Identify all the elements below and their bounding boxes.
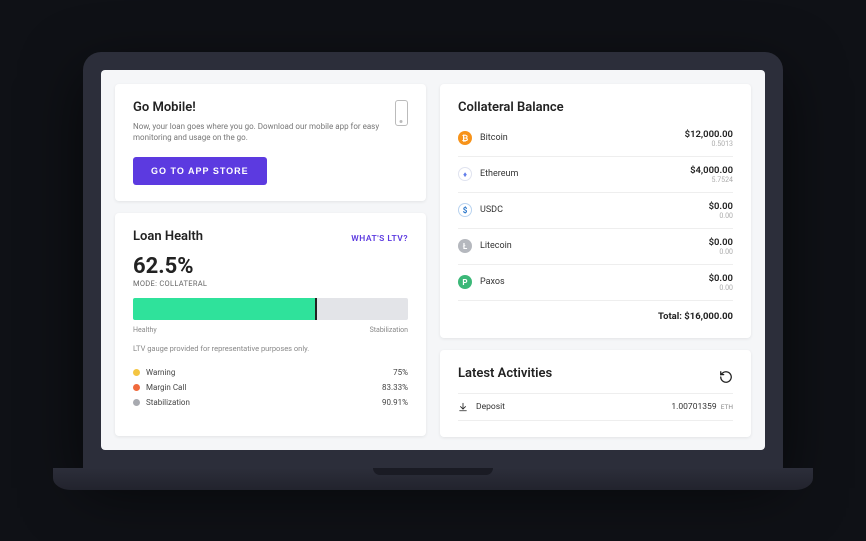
activity-row: Deposit 1.00701359 ETH bbox=[458, 393, 733, 421]
collateral-row-paxos: P Paxos $0.00 0.00 bbox=[458, 265, 733, 301]
gauge-segment-remaining bbox=[317, 298, 408, 320]
dashboard-screen: Go Mobile! Now, your loan goes where you… bbox=[101, 70, 765, 450]
collateral-row-bitcoin: ₿ Bitcoin $12,000.00 0.5013 bbox=[458, 121, 733, 157]
legend-row-margin: Margin Call 83.33% bbox=[133, 380, 408, 395]
activity-amount: 1.00701359 bbox=[671, 402, 716, 412]
laptop-frame: Go Mobile! Now, your loan goes where you… bbox=[83, 52, 783, 490]
dot-icon bbox=[133, 384, 140, 391]
gauge-label-right: Stabilization bbox=[370, 326, 408, 334]
activities-title: Latest Activities bbox=[458, 366, 552, 381]
collateral-row-ethereum: ♦ Ethereum $4,000.00 5.7524 bbox=[458, 157, 733, 193]
coin-name: Paxos bbox=[480, 277, 505, 287]
legend-row-stabilization: Stabilization 90.91% bbox=[133, 395, 408, 410]
coin-usd: $12,000.00 bbox=[685, 129, 733, 140]
deposit-icon bbox=[458, 402, 468, 412]
litecoin-icon: Ł bbox=[458, 239, 472, 253]
coin-name: Litecoin bbox=[480, 241, 512, 251]
coin-amt: 0.5013 bbox=[685, 140, 733, 148]
collateral-title: Collateral Balance bbox=[458, 100, 733, 115]
coin-usd: $0.00 bbox=[709, 237, 733, 248]
laptop-base bbox=[53, 468, 813, 490]
latest-activities-card: Latest Activities bbox=[440, 350, 751, 437]
legend-pct: 83.33% bbox=[382, 383, 408, 392]
loan-health-card: Loan Health WHAT'S LTV? 62.5% MODE: COLL… bbox=[115, 213, 426, 436]
collateral-balance-card: Collateral Balance ₿ Bitcoin $12,000.00 … bbox=[440, 84, 751, 338]
dot-icon bbox=[133, 399, 140, 406]
go-mobile-desc: Now, your loan goes where you go. Downlo… bbox=[133, 121, 385, 143]
coin-usd: $0.00 bbox=[709, 201, 733, 212]
legend-label: Stabilization bbox=[146, 398, 190, 407]
phone-icon bbox=[395, 100, 408, 126]
activity-unit: ETH bbox=[721, 403, 733, 411]
legend-label: Warning bbox=[146, 368, 175, 377]
ethereum-icon: ♦ bbox=[458, 167, 472, 181]
gauge-label-left: Healthy bbox=[133, 326, 157, 334]
bitcoin-icon: ₿ bbox=[458, 131, 472, 145]
collateral-row-usdc: $ USDC $0.00 0.00 bbox=[458, 193, 733, 229]
coin-amt: 0.00 bbox=[709, 212, 733, 220]
usdc-icon: $ bbox=[458, 203, 472, 217]
coin-usd: $4,000.00 bbox=[690, 165, 733, 176]
ltv-mode: MODE: COLLATERAL bbox=[133, 279, 408, 288]
coin-amt: 0.00 bbox=[709, 248, 733, 256]
right-column: Collateral Balance ₿ Bitcoin $12,000.00 … bbox=[440, 84, 751, 436]
left-column: Go Mobile! Now, your loan goes where you… bbox=[115, 84, 426, 436]
dot-icon bbox=[133, 369, 140, 376]
collateral-total: Total: $16,000.00 bbox=[458, 301, 733, 322]
ltv-legend: Warning 75% Margin Call 83.33% bbox=[133, 365, 408, 410]
activity-type: Deposit bbox=[476, 402, 505, 412]
legend-pct: 75% bbox=[393, 368, 408, 377]
coin-usd: $0.00 bbox=[709, 273, 733, 284]
ltv-value: 62.5% bbox=[133, 254, 408, 279]
refresh-icon[interactable] bbox=[719, 369, 733, 383]
whats-ltv-link[interactable]: WHAT'S LTV? bbox=[351, 234, 408, 244]
coin-amt: 0.00 bbox=[709, 284, 733, 292]
gauge-segment-healthy bbox=[133, 298, 317, 320]
legend-pct: 90.91% bbox=[382, 398, 408, 407]
legend-label: Margin Call bbox=[146, 383, 186, 392]
ltv-note: LTV gauge provided for representative pu… bbox=[133, 344, 408, 353]
loan-health-title: Loan Health bbox=[133, 229, 203, 244]
paxos-icon: P bbox=[458, 275, 472, 289]
coin-name: Bitcoin bbox=[480, 133, 508, 143]
collateral-row-litecoin: Ł Litecoin $0.00 0.00 bbox=[458, 229, 733, 265]
legend-row-warning: Warning 75% bbox=[133, 365, 408, 380]
ltv-gauge bbox=[133, 298, 408, 320]
go-mobile-card: Go Mobile! Now, your loan goes where you… bbox=[115, 84, 426, 201]
coin-name: Ethereum bbox=[480, 169, 518, 179]
screen-bezel: Go Mobile! Now, your loan goes where you… bbox=[83, 52, 783, 468]
go-to-app-store-button[interactable]: GO TO APP STORE bbox=[133, 157, 267, 185]
coin-amt: 5.7524 bbox=[690, 176, 733, 184]
coin-name: USDC bbox=[480, 205, 503, 215]
go-mobile-title: Go Mobile! bbox=[133, 100, 385, 115]
